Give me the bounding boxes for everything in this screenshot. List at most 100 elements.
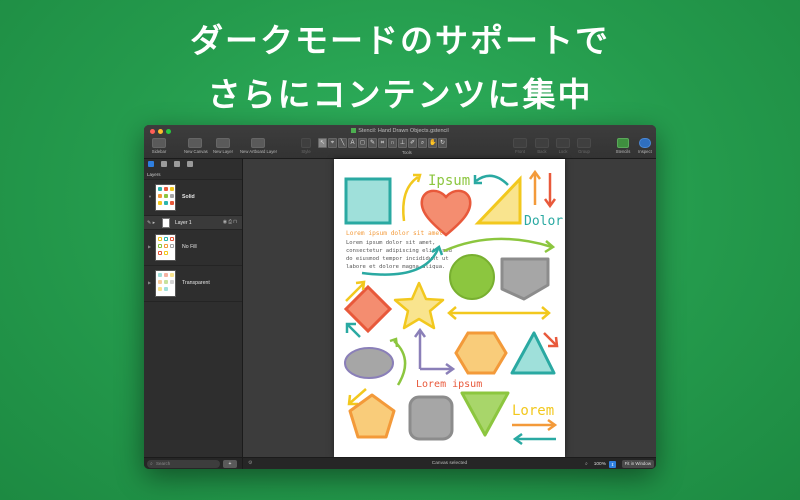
- canvas-row-solid[interactable]: ▼ Solid: [144, 180, 242, 216]
- diagonal-arrow-red[interactable]: [543, 332, 557, 346]
- zoom-value[interactable]: 100%: [594, 462, 606, 467]
- orange-pentagon-shape[interactable]: [348, 393, 396, 439]
- canvases-icon[interactable]: [148, 161, 154, 167]
- pointer-icon[interactable]: ↖: [318, 138, 327, 148]
- fit-in-window-button[interactable]: Fit in Window: [621, 460, 654, 468]
- disclosure-triangle-icon[interactable]: ▶: [148, 280, 151, 285]
- green-circle-shape[interactable]: [449, 254, 495, 300]
- ipsum-text[interactable]: Ipsum: [428, 173, 470, 189]
- connect-icon[interactable]: ⌗: [378, 138, 387, 148]
- new-artboard-layer-label: New Artboard Layer: [240, 149, 278, 154]
- new-artboard-layer-icon: [251, 138, 265, 148]
- canvas-area[interactable]: Ipsum Dolor Lorem ipsum dolor sit amet L…: [243, 159, 656, 469]
- rotate-icon[interactable]: ↻: [438, 138, 447, 148]
- search-icon: ⌕: [150, 461, 153, 467]
- layer-label: Layer 1: [175, 220, 192, 226]
- stencils-button[interactable]: Stencils: [614, 138, 632, 154]
- teal-triangle-shape[interactable]: [510, 331, 556, 375]
- stencil-shapes: Ipsum Dolor Lorem ipsum dolor sit amet L…: [343, 169, 563, 446]
- outline-icon[interactable]: [174, 161, 180, 167]
- new-canvas-icon: [188, 138, 202, 148]
- sidebar-label: Sidebar: [151, 149, 167, 154]
- back-icon: [535, 138, 549, 148]
- zoom-control: ⌕ 100% ⇕: [585, 461, 616, 468]
- inspect-label: Inspect: [638, 149, 652, 154]
- shape-icon[interactable]: ◻: [358, 138, 367, 148]
- style-label: Style: [301, 149, 311, 154]
- lock-button[interactable]: Lock: [555, 138, 571, 154]
- select-icon[interactable]: ⌖: [328, 138, 337, 148]
- curved-arrow-green[interactable]: [443, 237, 553, 253]
- sidebar-icon: [152, 138, 166, 148]
- selection-icon[interactable]: [187, 161, 193, 167]
- magnet-icon[interactable]: ∩: [388, 138, 397, 148]
- status-bar: ⚙ Canvas selected ⌕ 100% ⇕ Fit in Window: [243, 457, 656, 469]
- canvas-label: Solid: [182, 194, 195, 200]
- canvas-row-no-fill[interactable]: ▶ No Fill: [144, 230, 242, 266]
- lock-layer-icon[interactable]: ⊓: [233, 219, 238, 225]
- gray-ellipse-shape[interactable]: [344, 347, 394, 379]
- group-label: Group: [578, 149, 590, 154]
- back-button[interactable]: Back: [534, 138, 550, 154]
- layer-row[interactable]: ✎ ▸ Layer 1 ◉⎙⊓: [144, 216, 242, 230]
- back-label: Back: [537, 149, 547, 154]
- app-window: Stencil: Hand Drawn Objects.gstencil Sid…: [144, 125, 656, 469]
- gray-shield-shape[interactable]: [500, 257, 550, 301]
- zoom-icon[interactable]: ⌕: [418, 138, 427, 148]
- stencils-label: Stencils: [615, 149, 631, 154]
- window-title-text: Stencil: Hand Drawn Objects.gstencil: [358, 128, 449, 134]
- disclosure-triangle-icon[interactable]: ▶: [148, 244, 151, 249]
- hand-icon[interactable]: ✋: [428, 138, 437, 148]
- zoom-icon[interactable]: ⌕: [585, 462, 588, 467]
- paragraph-heading[interactable]: Lorem ipsum dolor sit amet: [346, 230, 443, 237]
- lock-label: Lock: [558, 149, 568, 154]
- yellow-triangle-shape[interactable]: [474, 175, 522, 225]
- canvas-row-transparent[interactable]: ▶ Transparent: [144, 266, 242, 302]
- new-canvas-button[interactable]: New Canvas: [184, 138, 208, 154]
- teal-square-shape[interactable]: [344, 177, 392, 225]
- gray-rounded-square-shape[interactable]: [408, 395, 454, 441]
- orange-hexagon-shape[interactable]: [454, 331, 508, 375]
- sidebar: Layers ▼ Solid ✎ ▸ Layer 1 ◉⎙⊓ ▶ No Fill: [144, 159, 243, 469]
- zoom-stepper[interactable]: ⇕: [609, 461, 616, 468]
- search-field[interactable]: ⌕ Search: [147, 460, 220, 468]
- add-button[interactable]: +: [223, 460, 237, 468]
- edit-layer-icon[interactable]: ✎ ▸: [147, 220, 155, 226]
- layer-thumbnail: [162, 218, 170, 228]
- paragraph-line-1[interactable]: Lorem ipsum dolor sit amet,: [346, 240, 435, 246]
- new-layer-button[interactable]: New Layer: [212, 138, 234, 154]
- inspect-button[interactable]: Inspect: [636, 138, 654, 154]
- heart-shape[interactable]: [420, 189, 472, 237]
- line-icon[interactable]: ╲: [338, 138, 347, 148]
- lorem-ipsum-text[interactable]: Lorem ipsum: [416, 379, 482, 390]
- canvas-page[interactable]: Ipsum Dolor Lorem ipsum dolor sit amet L…: [334, 159, 565, 457]
- document-icon: [351, 128, 357, 133]
- layers-icon[interactable]: [161, 161, 167, 167]
- diagram-icon[interactable]: ⊥: [398, 138, 407, 148]
- group-button[interactable]: Group: [575, 138, 593, 154]
- front-button[interactable]: Front: [512, 138, 528, 154]
- text-icon[interactable]: A: [348, 138, 357, 148]
- diagonal-arrow-teal[interactable]: [347, 324, 361, 338]
- style-button[interactable]: Style: [299, 138, 313, 154]
- canvas-label: No Fill: [182, 244, 197, 250]
- green-triangle-shape[interactable]: [460, 391, 510, 437]
- sidebar-toolbar-button[interactable]: Sidebar: [148, 138, 170, 154]
- canvas-thumbnail: [155, 184, 176, 211]
- sidebar-panel-title: Layers: [144, 171, 242, 180]
- style-tool-icon[interactable]: ✐: [408, 138, 417, 148]
- new-canvas-label: New Canvas: [184, 149, 208, 154]
- curved-arrow-yellow[interactable]: [402, 175, 419, 222]
- yellow-star-shape[interactable]: [393, 281, 445, 330]
- lorem-text[interactable]: Lorem: [512, 403, 554, 419]
- new-artboard-layer-button[interactable]: New Artboard Layer: [240, 138, 278, 154]
- disclosure-triangle-icon[interactable]: ▼: [148, 194, 152, 199]
- inspect-icon: [639, 138, 651, 148]
- headline-line-1: ダークモードのサポートで: [190, 21, 610, 60]
- pen-icon[interactable]: ✎: [368, 138, 377, 148]
- front-icon: [513, 138, 527, 148]
- curved-arrow-green-small[interactable]: [393, 340, 407, 386]
- stencils-icon: [617, 138, 629, 148]
- paragraph-line-4[interactable]: labore et dolore magna aliqua.: [346, 264, 445, 270]
- dolor-text[interactable]: Dolor: [524, 214, 563, 229]
